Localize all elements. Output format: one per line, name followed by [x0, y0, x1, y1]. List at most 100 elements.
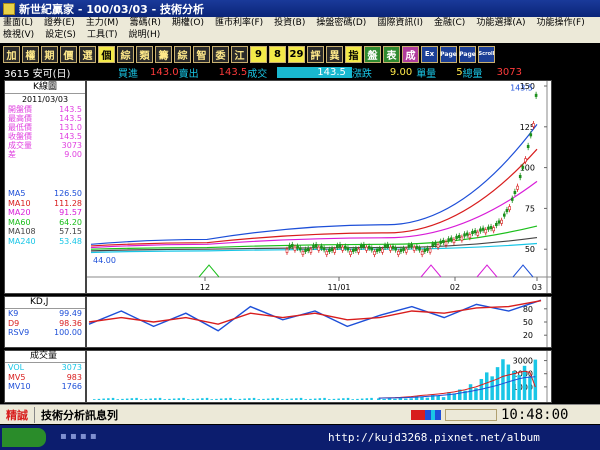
volume-info-panel: 成交量 VOL 3073 MV5 983 MV10 1766	[4, 350, 86, 403]
toolbar-button[interactable]: 委	[212, 45, 229, 63]
toolbar-button[interactable]: Ex	[421, 45, 438, 63]
start-button[interactable]	[2, 428, 46, 447]
candle-body	[415, 245, 419, 249]
candle-body	[349, 251, 352, 255]
kd-value: 99.49	[59, 309, 82, 318]
quote-row: 差 9.00	[5, 150, 85, 159]
volume-label: MV10	[8, 382, 31, 391]
menu-item[interactable]: 金融(C)	[434, 17, 465, 29]
toolbar-button[interactable]: 籌	[155, 45, 172, 63]
toolbar-button[interactable]: 智	[193, 45, 210, 63]
volume-label: MV5	[8, 372, 26, 382]
toolbar-button[interactable]: 選	[79, 45, 96, 63]
toolbar-button[interactable]: 綜	[117, 45, 134, 63]
candle-body	[341, 246, 344, 251]
toolbar-button[interactable]: 盤	[364, 45, 381, 63]
volume-bar	[144, 398, 148, 400]
candle-body	[325, 251, 329, 255]
volume-bar	[93, 399, 96, 400]
app-icon	[3, 2, 15, 15]
menu-item[interactable]: 檢視(V)	[3, 29, 34, 41]
volume-bar	[485, 372, 489, 400]
volume-bar	[125, 398, 129, 400]
taskbar-app[interactable]: ▪ ▪ ▪ ▪	[60, 431, 97, 442]
candle-body	[304, 248, 307, 252]
toolbar-button[interactable]: 個	[98, 45, 115, 63]
volume-row: MV10 1766	[5, 382, 85, 392]
toolbar-button[interactable]: 成	[402, 45, 419, 63]
menu-item[interactable]: 主力(M)	[86, 17, 119, 29]
volume-bar	[238, 398, 242, 400]
toolbar-button[interactable]: Page	[459, 45, 476, 63]
menu-item[interactable]: 操盤密碼(D)	[316, 17, 366, 29]
toolbar-button[interactable]: 類	[136, 45, 153, 63]
candle-body	[357, 248, 360, 253]
toolbar-button[interactable]: Page	[440, 45, 457, 63]
toolbar-button[interactable]: 9	[250, 45, 267, 63]
toolbar-button[interactable]: 表	[383, 45, 400, 63]
quote-label: 開盤價	[8, 105, 32, 114]
toolbar-button[interactable]: 指	[345, 45, 362, 63]
candle-body	[399, 248, 403, 252]
toolbar-button[interactable]: 異	[326, 45, 343, 63]
y-tick-label: 3000	[513, 357, 533, 366]
candlestick-chart[interactable]: 150 125 100 75 50 12 11/01 02 03 143.5 44.00	[86, 80, 552, 294]
menu-item[interactable]: 設定(S)	[45, 29, 76, 41]
buy-label: 買進	[118, 69, 138, 80]
kd-chart[interactable]: 80 50 20	[86, 296, 552, 348]
toolbar-button[interactable]: 加	[3, 45, 20, 63]
ma-value: 126.50	[54, 189, 82, 198]
candle-body	[338, 244, 342, 248]
menu-item[interactable]: 說明(H)	[128, 29, 160, 41]
menu-item[interactable]: 籌碼(R)	[130, 17, 161, 29]
kd-svg: 805020	[88, 297, 548, 347]
window-title: 新世紀贏家 - 100/03/03 - 技術分析	[19, 2, 205, 16]
menu-item[interactable]: 功能選擇(A)	[476, 17, 525, 29]
candle-body	[330, 247, 334, 252]
toolbar-button[interactable]: 價	[60, 45, 77, 63]
y-tick-label: 50	[525, 245, 535, 254]
menu-item[interactable]: 工具(T)	[87, 29, 118, 41]
toolbar-button[interactable]: 29	[288, 45, 305, 63]
volume-chart[interactable]: 300020001000	[86, 350, 552, 403]
volume-bar	[393, 398, 397, 400]
signal-triangle	[476, 264, 498, 278]
volume-bar	[252, 397, 256, 400]
ma-label: MA20	[8, 208, 31, 217]
ma-row: MA5 126.50	[5, 189, 85, 199]
toolbar-button[interactable]: 權	[22, 45, 39, 63]
panel-title: 成交量	[5, 351, 85, 363]
candle-body	[532, 123, 535, 128]
ma-value: 57.15	[59, 227, 82, 236]
toolbar-button[interactable]: 江	[231, 45, 248, 63]
candle-body	[442, 239, 445, 243]
toolbar-button[interactable]: Scroll	[478, 45, 495, 63]
volume-bar	[201, 398, 204, 400]
candle-body	[351, 248, 355, 252]
candle-body	[479, 228, 482, 232]
menu-item[interactable]: 期權(O)	[172, 17, 204, 29]
volume-bar	[116, 399, 119, 400]
menu-item[interactable]: 投資(B)	[274, 17, 305, 29]
candle-body	[373, 251, 376, 255]
volume-bar	[163, 399, 166, 400]
toolbar-button[interactable]: 評	[307, 45, 324, 63]
candle-body	[521, 165, 525, 169]
ma-line	[90, 123, 538, 245]
toolbar-button[interactable]: 期	[41, 45, 58, 63]
menu-item[interactable]: 畫面(L)	[3, 17, 33, 29]
volume-value: 3073	[61, 363, 82, 372]
volume-bar	[97, 398, 101, 400]
title-bar: 新世紀贏家 - 100/03/03 - 技術分析	[0, 0, 600, 17]
toolbar-button[interactable]: 8	[269, 45, 286, 63]
volume-bar	[149, 398, 152, 400]
volume-bar	[370, 397, 373, 400]
menu-item[interactable]: 證券(E)	[44, 17, 75, 29]
menu-item[interactable]: 功能操作(F)	[537, 17, 585, 29]
menu-item[interactable]: 匯市利率(F)	[215, 17, 263, 29]
toolbar-button[interactable]: 綜	[174, 45, 191, 63]
menu-item[interactable]: 國際資訊(I)	[377, 17, 423, 29]
volume-bar	[495, 367, 500, 400]
candle-body	[389, 246, 392, 251]
quote-value: 131.0	[59, 123, 82, 132]
